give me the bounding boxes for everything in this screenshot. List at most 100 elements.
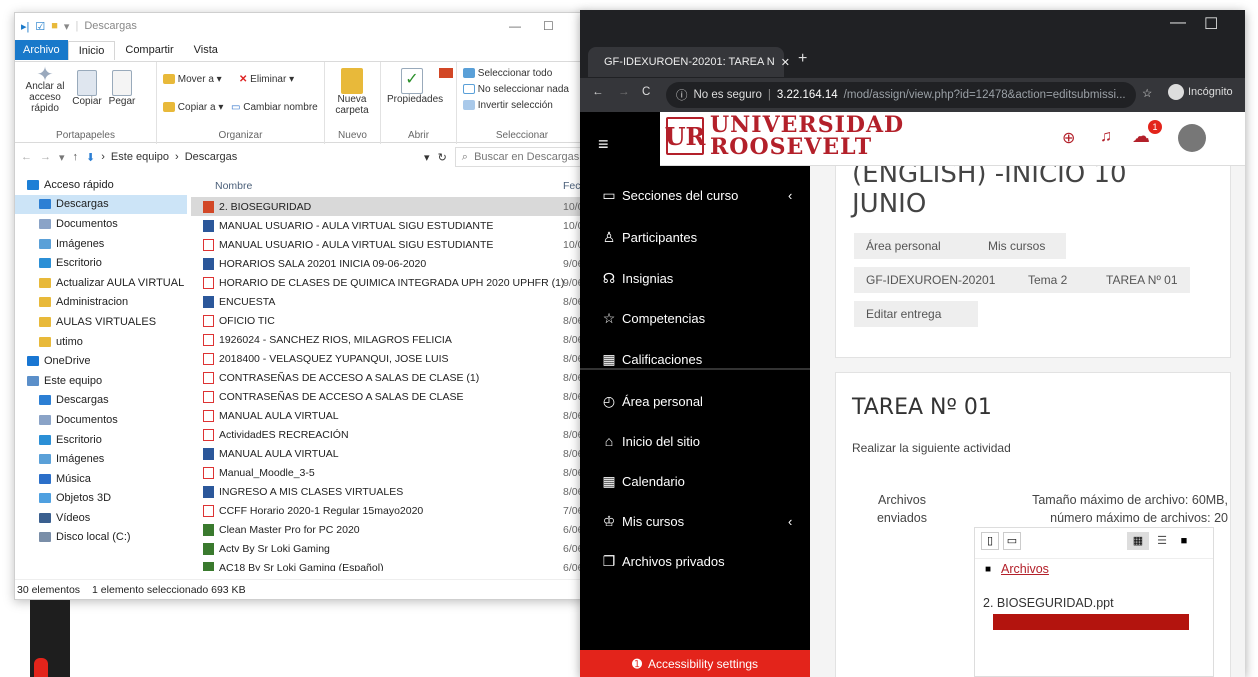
chevron-icon[interactable]: ‹ xyxy=(788,514,792,529)
history-dropdown-icon[interactable]: ▾ xyxy=(59,151,65,164)
nav-item[interactable]: AULAS VIRTUALES xyxy=(15,312,187,332)
uploaded-file-name[interactable]: 2. BIOSEGURIDAD.ppt xyxy=(983,596,1114,610)
nav-item[interactable]: Descargas xyxy=(15,391,187,411)
incognito-badge[interactable]: Incógnito xyxy=(1168,84,1233,100)
file-row[interactable]: CONTRASEÑAS DE ACCESO A SALAS DE CLASE (… xyxy=(191,368,587,387)
back-icon[interactable]: ← xyxy=(21,151,32,163)
reload-icon[interactable]: C xyxy=(642,86,650,98)
file-row[interactable]: HORARIOS SALA 20201 INICIA 09-06-2020 9/0… xyxy=(191,254,587,273)
crumb-tema[interactable]: Tema 2 xyxy=(1016,267,1094,293)
search-input[interactable]: ⌕ Buscar en Descargas xyxy=(454,147,585,167)
file-row[interactable]: 2. BIOSEGURIDAD 10/06 xyxy=(191,197,587,216)
add-file-icon[interactable]: ▯ xyxy=(981,532,999,550)
url-input[interactable]: ⓘ No es seguro | 3.22.164.14/mod/assign/… xyxy=(666,82,1136,108)
nav-item[interactable]: Imágenes xyxy=(15,449,187,469)
select-all-button[interactable]: Seleccionar todo xyxy=(463,68,552,79)
copy-to-button[interactable]: Copiar a ▾ xyxy=(163,102,223,113)
nav-item[interactable]: Acceso rápido xyxy=(15,175,187,195)
delete-button[interactable]: ✕ Eliminar ▾ xyxy=(239,74,294,85)
nav-item[interactable]: Objetos 3D xyxy=(15,489,187,509)
messages-icon[interactable]: ☁ xyxy=(1132,126,1150,147)
file-row[interactable]: CCFF Horario 2020-1 Regular 15mayo2020 7/… xyxy=(191,501,587,520)
tab-compartir[interactable]: Compartir xyxy=(115,41,183,59)
file-row[interactable]: Manual_Moodle_3-5 8/06/ xyxy=(191,463,587,482)
breadcrumb-descargas[interactable]: Descargas xyxy=(185,151,238,163)
forward-icon[interactable]: → xyxy=(40,151,51,163)
refresh-icon[interactable]: ↻ xyxy=(438,151,447,164)
accessibility-settings-button[interactable]: ➊ Accessibility settings xyxy=(580,650,810,677)
copy-button[interactable]: Copiar xyxy=(69,70,105,107)
maximize-icon[interactable]: ☐ xyxy=(543,19,554,33)
site-logo[interactable]: UR UNIVERSIDAD ROOSEVELT xyxy=(665,114,904,158)
dropdown-icon[interactable]: ▾ xyxy=(64,20,70,33)
file-row[interactable]: 2018400 - VELASQUEZ YUPANQUI, JOSE LUIS 8… xyxy=(191,349,587,368)
nav-item[interactable]: Escritorio xyxy=(15,253,187,273)
nav-item[interactable]: Imágenes xyxy=(15,234,187,254)
sidebar-item[interactable]: ▭ Secciones del curso ‹ xyxy=(600,186,792,204)
file-row[interactable]: Actv By Sr Loki Gaming 6/06/ xyxy=(191,539,587,558)
sidebar-item[interactable]: ◴ Área personal xyxy=(600,392,703,410)
file-row[interactable]: MANUAL AULA VIRTUAL 8/06/ xyxy=(191,444,587,463)
sidebar-item[interactable]: ☆ Competencias xyxy=(600,309,705,327)
paste-button[interactable]: Pegar xyxy=(105,70,139,107)
nav-item[interactable]: Descargas xyxy=(15,194,187,215)
file-row[interactable]: 1926024 - SANCHEZ RIOS, MILAGROS FELICIA… xyxy=(191,330,587,349)
file-row[interactable]: HORARIO DE CLASES DE QUIMICA INTEGRADA U… xyxy=(191,273,587,292)
nav-item[interactable]: Disco local (C:) xyxy=(15,528,187,548)
bell-icon[interactable]: ♫ xyxy=(1100,128,1112,146)
sidebar-item[interactable]: ☊ Insignias xyxy=(600,269,674,287)
checkbox-icon[interactable]: ☑ xyxy=(35,20,45,33)
nav-item[interactable]: Administracion xyxy=(15,293,187,313)
rename-button[interactable]: ▭ Cambiar nombre xyxy=(231,102,318,113)
nav-item[interactable]: utimo xyxy=(15,332,187,352)
breadcrumb[interactable]: ⬇ › Este equipo › Descargas xyxy=(86,151,416,164)
create-folder-icon[interactable]: ▭ xyxy=(1003,532,1021,550)
new-folder-button[interactable]: Nueva carpeta xyxy=(329,68,375,116)
file-row[interactable]: ENCUESTA 8/06/ xyxy=(191,292,587,311)
tab-archivo[interactable]: Archivo xyxy=(15,40,68,60)
folder-link-archivos[interactable]: Archivos xyxy=(1001,562,1049,576)
nav-item[interactable]: OneDrive xyxy=(15,351,187,371)
open-icon[interactable] xyxy=(439,68,453,78)
file-row[interactable]: OFICIO TIC 8/06/ xyxy=(191,311,587,330)
minimize-icon[interactable]: — xyxy=(509,19,521,33)
sidebar-item[interactable]: ▦ Calificaciones xyxy=(600,350,702,368)
column-name[interactable]: Nombre xyxy=(215,180,252,192)
file-row[interactable]: CONTRASEÑAS DE ACCESO A SALAS DE CLASE 8/… xyxy=(191,387,587,406)
file-row[interactable]: MANUAL USUARIO - AULA VIRTUAL SIGU ESTUD… xyxy=(191,216,587,235)
bookmark-star-icon[interactable]: ☆ xyxy=(1142,86,1152,100)
nav-item[interactable]: Actualizar AULA VIRTUAL xyxy=(15,273,187,293)
file-row[interactable]: MANUAL AULA VIRTUAL 8/06/ xyxy=(191,406,587,425)
sidebar-item[interactable]: ⌂ Inicio del sitio xyxy=(600,432,700,450)
breadcrumb-este-equipo[interactable]: Este equipo xyxy=(111,151,169,163)
crumb-tarea[interactable]: TAREA Nº 01 xyxy=(1094,267,1190,293)
minimize-icon[interactable]: — xyxy=(1170,14,1186,32)
file-row[interactable]: Clean Master Pro for PC 2020 6/06/ xyxy=(191,520,587,539)
nav-item[interactable]: Vídeos xyxy=(15,508,187,528)
invert-selection-button[interactable]: Invertir selección xyxy=(463,100,553,111)
nav-item[interactable]: Este equipo xyxy=(15,371,187,391)
list-view-icon[interactable]: ☰ xyxy=(1153,532,1171,550)
file-row[interactable]: ActividadES RECREACIÓN 8/06/ xyxy=(191,425,587,444)
quick-access-toolbar-icon[interactable]: ▸| xyxy=(21,20,29,33)
properties-button[interactable]: ✓ Propiedades xyxy=(387,68,443,105)
file-row[interactable]: INGRESO A MIS CLASES VIRTUALES 8/06/ xyxy=(191,482,587,501)
avatar[interactable] xyxy=(1178,124,1206,152)
sidebar-item[interactable]: ❐ Archivos privados xyxy=(600,552,725,570)
sidebar-item[interactable]: ♙ Participantes xyxy=(600,228,697,246)
sidebar-item[interactable]: ♔ Mis cursos ‹ xyxy=(600,512,793,530)
crumb-mis-cursos[interactable]: Mis cursos xyxy=(976,233,1066,259)
select-none-button[interactable]: No seleccionar nada xyxy=(463,84,569,95)
nav-item[interactable]: Música xyxy=(15,469,187,489)
file-row[interactable]: AC18 By Sr Loki Gaming (Español) 6/06/ xyxy=(191,558,587,571)
nav-item[interactable]: Documentos xyxy=(15,410,187,430)
pin-quick-access-button[interactable]: ✦ Anclar al acceso rápido xyxy=(23,65,67,114)
tree-view-icon[interactable]: ■ xyxy=(1175,532,1193,550)
nav-item[interactable]: Escritorio xyxy=(15,430,187,450)
browser-tab[interactable]: GF-IDEXUROEN-20201: TAREA N ✕ xyxy=(588,47,790,77)
close-tab-icon[interactable]: ✕ xyxy=(781,56,790,69)
path-dropdown-icon[interactable]: ▾ xyxy=(424,151,430,164)
grid-view-icon[interactable]: ▦ xyxy=(1127,532,1149,550)
menu-icon[interactable]: ≡ xyxy=(598,134,609,155)
chevron-icon[interactable]: ‹ xyxy=(788,188,792,203)
